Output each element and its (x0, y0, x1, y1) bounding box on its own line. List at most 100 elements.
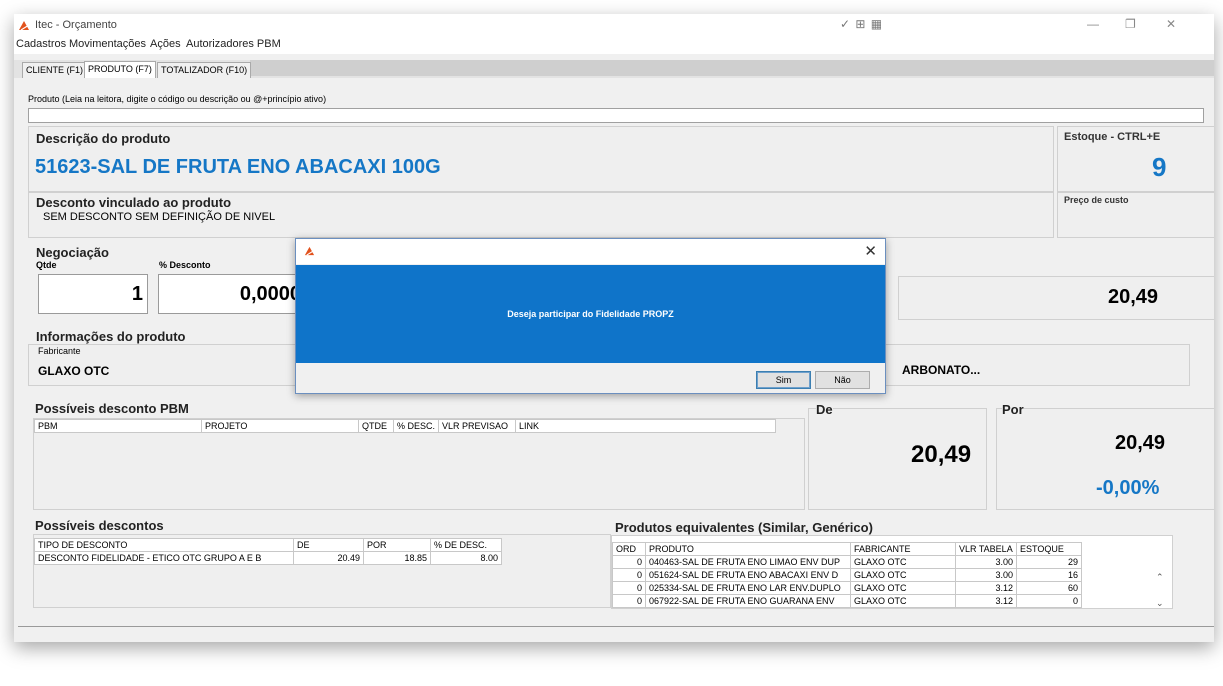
pbm-col-desc[interactable]: % DESC. (392, 419, 440, 433)
product-description: 51623-SAL DE FRUTA ENO ABACAXI 100G (35, 156, 441, 178)
discount-type-cell: DESCONTO FIDELIDADE - ETICO OTC GRUPO A … (34, 551, 294, 565)
window-title: Itec - Orçamento (35, 19, 117, 31)
dialog-message: Deseja participar do Fidelidade PROPZ (507, 309, 674, 319)
stock-cell: 29 (1016, 555, 1082, 569)
product-cell: 051624-SAL DE FRUTA ENO ABACAXI ENV D (645, 568, 851, 582)
total-panel (898, 276, 1214, 320)
stock-cell: 0 (1016, 594, 1082, 608)
fidelity-dialog: ✕ Deseja participar do Fidelidade PROPZ … (295, 238, 886, 394)
pbm-col-vlr-previsao[interactable]: VLR PREVISAO (438, 419, 517, 433)
scroll-up-icon[interactable]: ⌃ (1156, 572, 1164, 583)
ord-cell: 0 (612, 555, 646, 569)
menu-cadastros[interactable]: Cadastros (16, 38, 66, 50)
dialog-body: Deseja participar do Fidelidade PROPZ (296, 265, 885, 363)
discount-perc-cell: 8.00 (430, 551, 502, 565)
stock-cell: 60 (1016, 581, 1082, 595)
equiv-col-produto[interactable]: PRODUTO (645, 542, 851, 556)
table-row[interactable]: 0 025334-SAL DE FRUTA ENO LAR ENV.DUPLO … (612, 581, 1082, 595)
equiv-col-fabricante[interactable]: FABRICANTE (850, 542, 956, 556)
dialog-close-button[interactable]: ✕ (864, 242, 877, 260)
pbm-col-projeto[interactable]: PROJETO (201, 419, 359, 433)
negotiation-title: Negociação (36, 245, 109, 260)
table-row[interactable]: DESCONTO FIDELIDADE - ETICO OTC GRUPO A … (34, 551, 502, 565)
equiv-col-ord[interactable]: ORD (612, 542, 646, 556)
product-cell: 040463-SAL DE FRUTA ENO LIMAO ENV DUP (645, 555, 851, 569)
menu-bar: Cadastros Movimentações Ações Autorizado… (14, 36, 1214, 54)
linked-discount-value: SEM DESCONTO SEM DEFINIÇÃO DE NIVEL (43, 211, 276, 223)
close-window-button[interactable]: ✕ (1166, 17, 1176, 31)
discount-input[interactable]: 0,0000 (158, 274, 306, 314)
menu-movimentacoes[interactable]: Movimentações (69, 38, 146, 50)
tab-strip-fill (250, 60, 1214, 76)
pbm-grid-header: PBM PROJETO QTDE % DESC. VLR PREVISAO LI… (34, 419, 776, 433)
discounts-col-por[interactable]: POR (363, 538, 431, 552)
manufacturer-cell: GLAXO OTC (850, 581, 956, 595)
dialog-logo-icon (304, 246, 315, 256)
product-search-input[interactable] (28, 108, 1204, 123)
stock-value: 9 (1152, 152, 1167, 182)
qty-input[interactable]: 1 (38, 274, 148, 314)
app-logo-icon (19, 21, 30, 31)
tab-totalizador[interactable]: TOTALIZADOR (F10) (157, 62, 252, 78)
tab-cliente[interactable]: CLIENTE (F1) (22, 62, 88, 78)
pbm-title: Possíveis desconto PBM (35, 401, 189, 416)
tab-produto[interactable]: PRODUTO (F7) (84, 61, 156, 78)
title-bar: Itec - Orçamento ✓ ⊞ ▦ — ❐ ✕ (14, 14, 1214, 36)
discounts-col-tipo[interactable]: TIPO DE DESCONTO (34, 538, 294, 552)
minimize-button[interactable]: — (1087, 17, 1099, 31)
product-cell: 025334-SAL DE FRUTA ENO LAR ENV.DUPLO (645, 581, 851, 595)
price-cell: 3.00 (955, 555, 1017, 569)
yes-button[interactable]: Sim (756, 371, 811, 389)
price-de-value: 20,49 (911, 441, 972, 468)
discounts-table: TIPO DE DESCONTO DE POR % DE DESC. DESCO… (34, 538, 502, 565)
price-cell: 3.00 (955, 568, 1017, 582)
product-cell: 067922-SAL DE FRUTA ENO GUARANA ENV (645, 594, 851, 608)
dialog-title-bar: ✕ (296, 239, 885, 264)
description-label: Descrição do produto (36, 131, 171, 146)
price-por-value: 20,49 (1115, 432, 1166, 454)
table-row[interactable]: 0 040463-SAL DE FRUTA ENO LIMAO ENV DUP … (612, 555, 1082, 569)
equiv-col-vlr-tabela[interactable]: VLR TABELA (955, 542, 1017, 556)
price-de-label: De (816, 402, 833, 417)
no-button[interactable]: Não (815, 371, 870, 389)
restore-button[interactable]: ❐ (1125, 17, 1136, 31)
cost-label: Preço de custo (1064, 195, 1129, 205)
pbm-col-qtde[interactable]: QTDE (358, 419, 394, 433)
price-cell: 3.12 (955, 594, 1017, 608)
product-input-label: Produto (Leia na leitora, digite o códig… (28, 94, 327, 104)
pbm-col-pbm[interactable]: PBM (34, 419, 202, 433)
tray-icons[interactable]: ✓ ⊞ ▦ (840, 17, 883, 31)
equivalents-table: ORD PRODUTO FABRICANTE VLR TABELA ESTOQU… (612, 542, 1082, 608)
price-por-percent: -0,00% (1096, 477, 1160, 499)
price-por-label: Por (1002, 402, 1024, 417)
manufacturer-cell: GLAXO OTC (850, 568, 956, 582)
stock-label: Estoque - CTRL+E (1064, 131, 1161, 143)
equivalents-grid[interactable]: ORD PRODUTO FABRICANTE VLR TABELA ESTOQU… (611, 535, 1173, 609)
active-ingredient-value: ARBONATO... (902, 363, 981, 377)
menu-autorizadores-pbm[interactable]: Autorizadores PBM (186, 38, 281, 50)
ord-cell: 0 (612, 594, 646, 608)
table-row[interactable]: 0 051624-SAL DE FRUTA ENO ABACAXI ENV D … (612, 568, 1082, 582)
product-info-title: Informações do produto (36, 329, 186, 344)
discount-label: % Desconto (159, 260, 211, 270)
discount-por-cell: 18.85 (363, 551, 431, 565)
menu-acoes[interactable]: Ações (150, 38, 181, 50)
discount-de-cell: 20.49 (293, 551, 364, 565)
total-value: 20,49 (1108, 286, 1159, 308)
table-row[interactable]: 0 067922-SAL DE FRUTA ENO GUARANA ENV GL… (612, 594, 1082, 608)
discounts-col-perc[interactable]: % DE DESC. (430, 538, 502, 552)
pbm-col-link[interactable]: LINK (515, 419, 776, 433)
equiv-col-estoque[interactable]: ESTOQUE (1016, 542, 1082, 556)
scroll-down-icon[interactable]: ⌄ (1156, 598, 1164, 608)
linked-discount-label: Desconto vinculado ao produto (36, 195, 232, 210)
price-cell: 3.12 (955, 581, 1017, 595)
discounts-col-de[interactable]: DE (293, 538, 364, 552)
manufacturer-cell: GLAXO OTC (850, 594, 956, 608)
ord-cell: 0 (612, 568, 646, 582)
qty-label: Qtde (36, 260, 57, 270)
equivalents-title: Produtos equivalentes (Similar, Genérico… (615, 520, 873, 535)
stock-cell: 16 (1016, 568, 1082, 582)
ord-cell: 0 (612, 581, 646, 595)
manufacturer-value: GLAXO OTC (38, 364, 110, 378)
manufacturer-label: Fabricante (38, 346, 81, 356)
